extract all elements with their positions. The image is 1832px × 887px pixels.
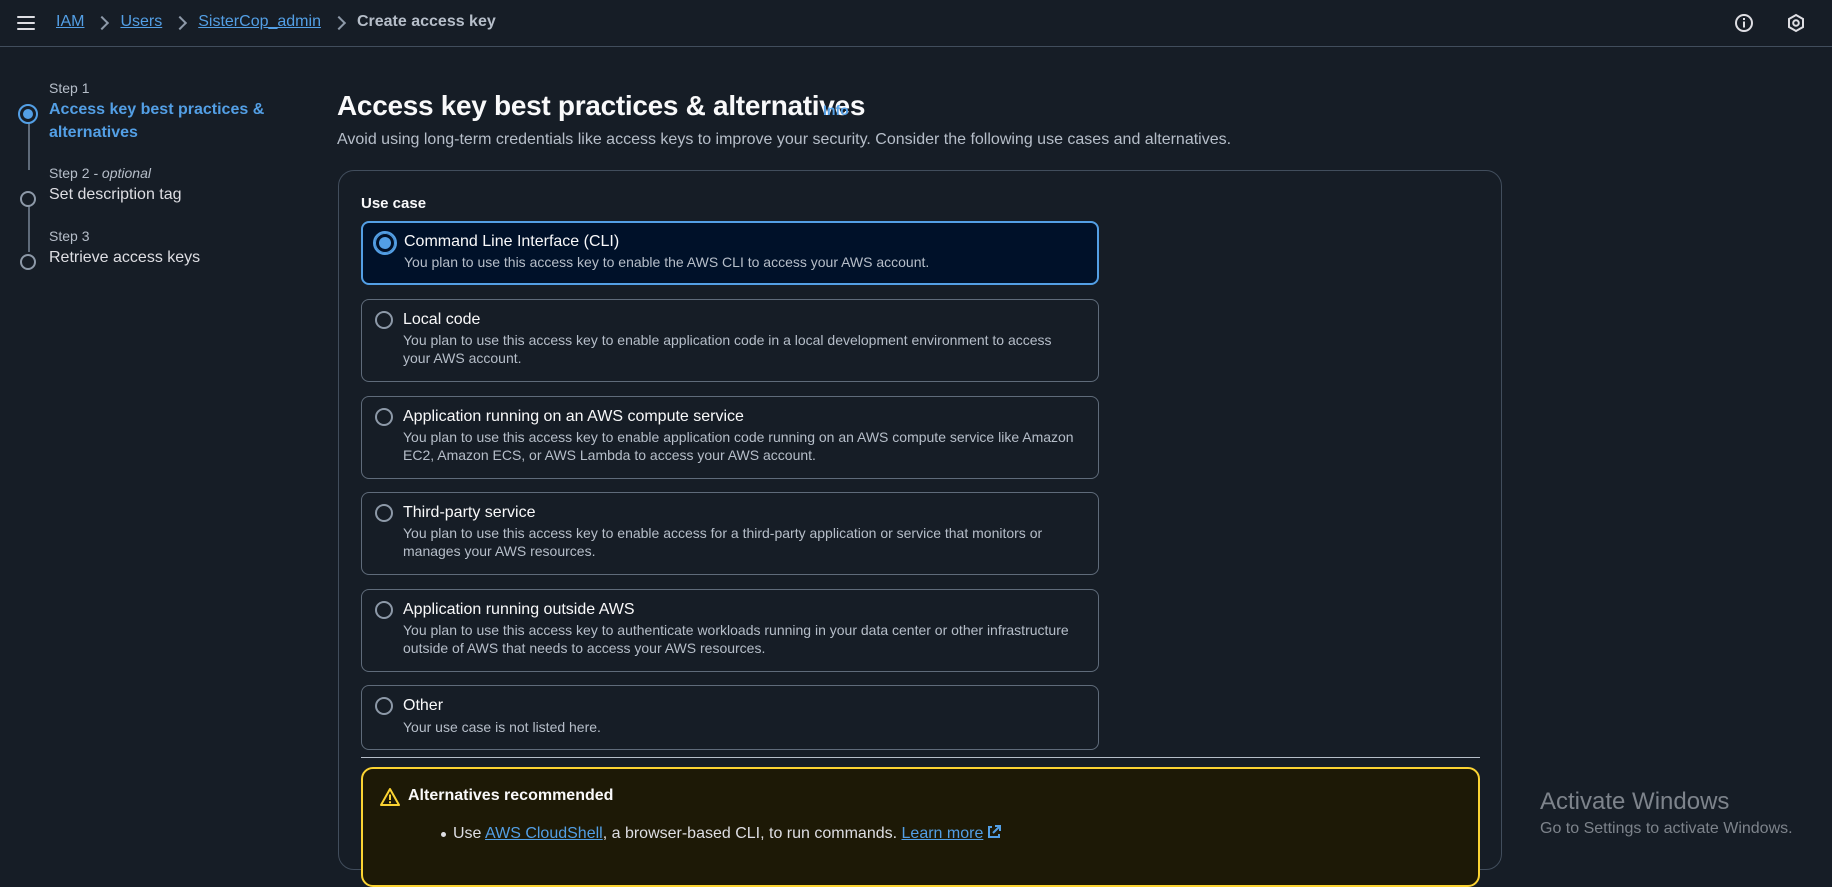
use-case-option-third-party[interactable]: Third-party service You plan to use this…	[361, 492, 1099, 575]
use-case-option-aws-compute[interactable]: Application running on an AWS compute se…	[361, 396, 1099, 479]
step-3-indicator-icon	[20, 254, 36, 270]
aws-cloudshell-link[interactable]: AWS CloudShell	[485, 825, 603, 842]
alert-item-prefix: Use	[453, 825, 482, 842]
option-description: You plan to use this access key to enabl…	[403, 332, 1052, 366]
info-icon[interactable]	[1734, 13, 1754, 33]
breadcrumb-current: Create access key	[356, 13, 496, 30]
use-case-option-other[interactable]: Other Your use case is not listed here.	[361, 685, 1099, 750]
step-3-title: Retrieve access keys	[49, 249, 201, 266]
page-description: Avoid using long-term credentials like a…	[337, 131, 1232, 148]
watermark-subtitle: Go to Settings to activate Windows.	[1540, 820, 1793, 837]
option-title: Application running outside AWS	[403, 601, 635, 618]
watermark-title: Activate Windows	[1540, 788, 1730, 815]
alert-title: Alternatives recommended	[408, 787, 614, 804]
step-1-label: Step 1	[49, 80, 90, 96]
use-case-label: Use case	[361, 195, 427, 212]
alert-item-text: , a browser-based CLI, to run commands.	[602, 825, 898, 842]
radio-icon[interactable]	[375, 408, 393, 426]
alert-list-item: Use AWS CloudShell, a browser-based CLI,…	[440, 824, 1002, 843]
use-case-option-outside-aws[interactable]: Application running outside AWS You plan…	[361, 589, 1099, 672]
option-description: You plan to use this access key to enabl…	[404, 254, 930, 270]
step-2-indicator-icon	[20, 191, 36, 207]
option-title: Other	[403, 697, 444, 714]
breadcrumb-iam-link[interactable]: IAM	[56, 13, 84, 31]
step-3[interactable]: Step 3 Retrieve access keys	[18, 226, 278, 270]
breadcrumb-users-link[interactable]: Users	[120, 13, 162, 31]
chevron-right-icon	[175, 15, 185, 29]
info-link[interactable]: Info	[823, 102, 849, 118]
radio-icon[interactable]	[375, 697, 393, 715]
top-navigation-bar: IAM Users SisterCop_admin Create access …	[0, 0, 1832, 47]
alternatives-alert: Alternatives recommended Use AWS CloudSh…	[361, 767, 1480, 887]
breadcrumb-user-link[interactable]: SisterCop_admin	[198, 13, 321, 31]
option-description: Your use case is not listed here.	[403, 719, 601, 735]
step-2[interactable]: Step 2 - optional Set description tag	[18, 163, 278, 207]
step-1-title: Access key best practices &	[49, 101, 265, 118]
step-1-indicator-icon	[18, 104, 38, 124]
chevron-right-icon	[334, 15, 344, 29]
radio-icon[interactable]	[375, 504, 393, 522]
radio-icon[interactable]	[375, 311, 393, 329]
learn-more-link[interactable]: Learn more	[902, 825, 984, 842]
step-2-label: Step 2 - optional	[49, 165, 151, 181]
option-description: You plan to use this access key to enabl…	[403, 429, 1074, 463]
step-1[interactable]: Step 1 Access key best practices & alter…	[18, 78, 278, 144]
radio-icon[interactable]	[375, 601, 393, 619]
option-title: Application running on an AWS compute se…	[403, 408, 744, 425]
breadcrumb: IAM Users SisterCop_admin Create access …	[56, 13, 496, 31]
use-case-option-local-code[interactable]: Local code You plan to use this access k…	[361, 299, 1099, 382]
option-title: Command Line Interface (CLI)	[404, 233, 620, 250]
hamburger-menu-icon[interactable]	[16, 14, 36, 32]
use-case-option-cli[interactable]: Command Line Interface (CLI) You plan to…	[361, 221, 1099, 285]
step-2-title: Set description tag	[49, 186, 182, 203]
step-1-title-line2: alternatives	[49, 124, 138, 141]
radio-selected-icon[interactable]	[373, 231, 397, 255]
windows-activation-watermark: Activate Windows Go to Settings to activ…	[1540, 788, 1793, 838]
step-3-label: Step 3	[49, 228, 90, 244]
warning-icon	[380, 788, 400, 806]
option-title: Third-party service	[403, 504, 536, 521]
option-description: You plan to use this access key to authe…	[403, 622, 1069, 656]
option-title: Local code	[403, 311, 481, 328]
settings-hexagon-icon[interactable]	[1786, 13, 1806, 33]
section-divider	[361, 757, 1480, 758]
chevron-right-icon	[97, 15, 107, 29]
option-description: You plan to use this access key to enabl…	[403, 525, 1043, 559]
page-title: Access key best practices & alternatives	[337, 90, 866, 121]
